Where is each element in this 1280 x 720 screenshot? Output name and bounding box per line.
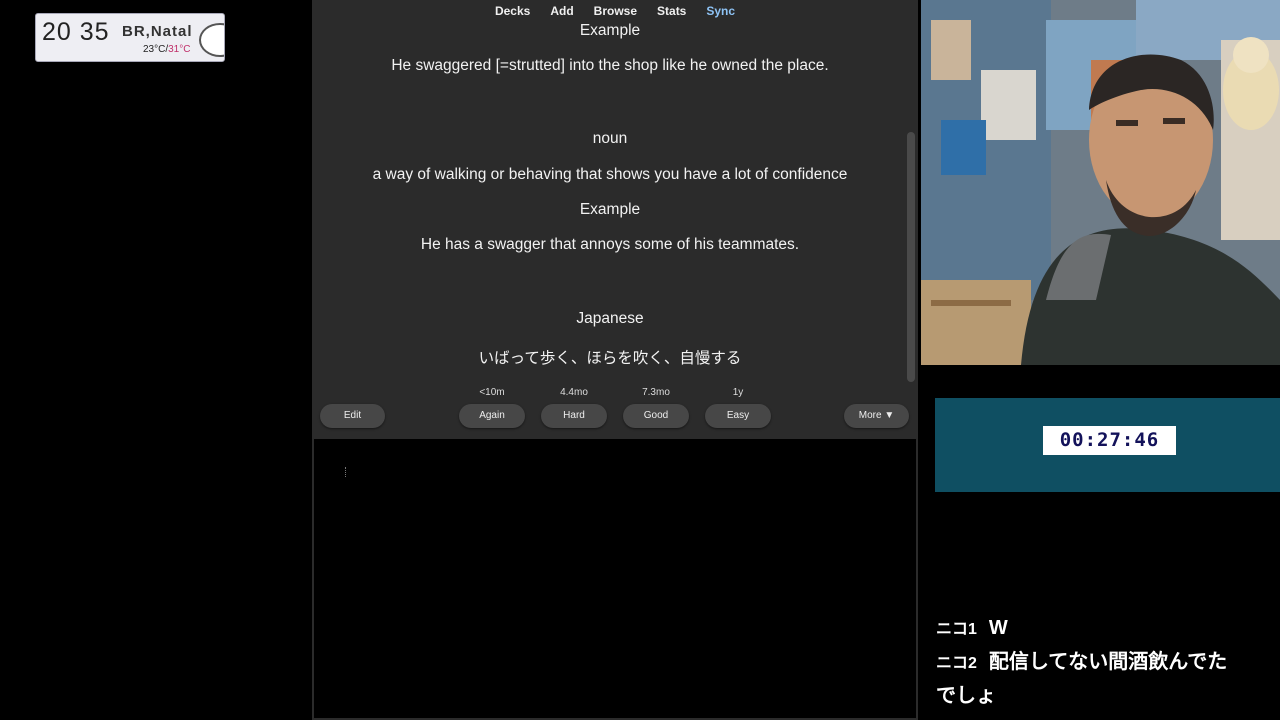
top-nav: Decks Add Browse Stats Sync <box>312 0 918 24</box>
tab-sync[interactable]: Sync <box>706 0 735 24</box>
weather-widget: 20 35 BR,Natal 23°C/31°C <box>35 13 225 62</box>
timer-value: 00:27:46 <box>1059 429 1160 451</box>
webcam-image <box>921 0 1280 365</box>
comment-line: ニコ2 配信してない間酒飲んでた <box>936 646 1276 680</box>
comment-line: ニコ1 W <box>936 612 1276 646</box>
card-line-example-2: Example <box>579 201 641 218</box>
card-scrollbar[interactable] <box>907 132 915 382</box>
comment-text: W <box>988 617 1008 639</box>
card-line-example-1: Example <box>579 22 641 39</box>
tab-decks[interactable]: Decks <box>495 0 530 24</box>
comment-text: でしょ <box>936 685 996 707</box>
card-line-language: Japanese <box>576 310 644 327</box>
comment-text: 配信してない間酒飲んでた <box>988 651 1228 673</box>
mouse-cursor-icon <box>345 467 348 477</box>
cloud-icon <box>199 23 224 57</box>
good-interval: 7.3mo <box>642 387 670 398</box>
good-button[interactable]: Good <box>623 404 689 428</box>
comment-list: ニコ1 W ニコ2 配信してない間酒飲んでた でしょ <box>936 612 1276 713</box>
temp-min: 23°C/ <box>143 44 169 55</box>
lower-panel <box>314 439 916 718</box>
tab-browse[interactable]: Browse <box>594 0 637 24</box>
card-line-japanese: いばって歩く、ほらを吹く、自慢する <box>478 350 742 367</box>
edit-button[interactable]: Edit <box>320 404 385 428</box>
again-button[interactable]: Again <box>459 404 525 428</box>
card-line-sentence-1: He swaggered [=strutted] into the shop l… <box>391 57 829 74</box>
comment-line: でしょ <box>936 680 1276 713</box>
easy-interval: 1y <box>732 387 744 398</box>
comment-author: ニコ2 <box>936 655 977 672</box>
card-line-pos: noun <box>592 130 628 147</box>
anki-reviewer-window: Example He swaggered [=strutted] into th… <box>312 0 918 720</box>
tab-add[interactable]: Add <box>550 0 573 24</box>
answer-bar: Edit <10m Again 4.4mo Hard 7.3mo Good 1y… <box>312 385 918 437</box>
timer-display: 00:27:46 <box>1043 426 1176 455</box>
temp-max: 31°C <box>168 44 191 55</box>
tab-stats[interactable]: Stats <box>657 0 686 24</box>
more-button[interactable]: More ▼ <box>844 404 909 428</box>
hard-button[interactable]: Hard <box>541 404 607 428</box>
card-line-sentence-2: He has a swagger that annoys some of his… <box>420 236 800 253</box>
webcam-feed <box>921 0 1280 365</box>
clock-time: 20 35 <box>42 18 110 46</box>
easy-button[interactable]: Easy <box>705 404 771 428</box>
card-line-definition: a way of walking or behaving that shows … <box>372 166 848 183</box>
weather-city: BR,Natal <box>122 23 193 40</box>
card-content: Example He swaggered [=strutted] into th… <box>312 0 908 385</box>
weather-temps: 23°C/31°C <box>143 44 190 55</box>
again-interval: <10m <box>479 387 505 398</box>
hard-interval: 4.4mo <box>560 387 588 398</box>
comment-author: ニコ1 <box>936 621 977 638</box>
